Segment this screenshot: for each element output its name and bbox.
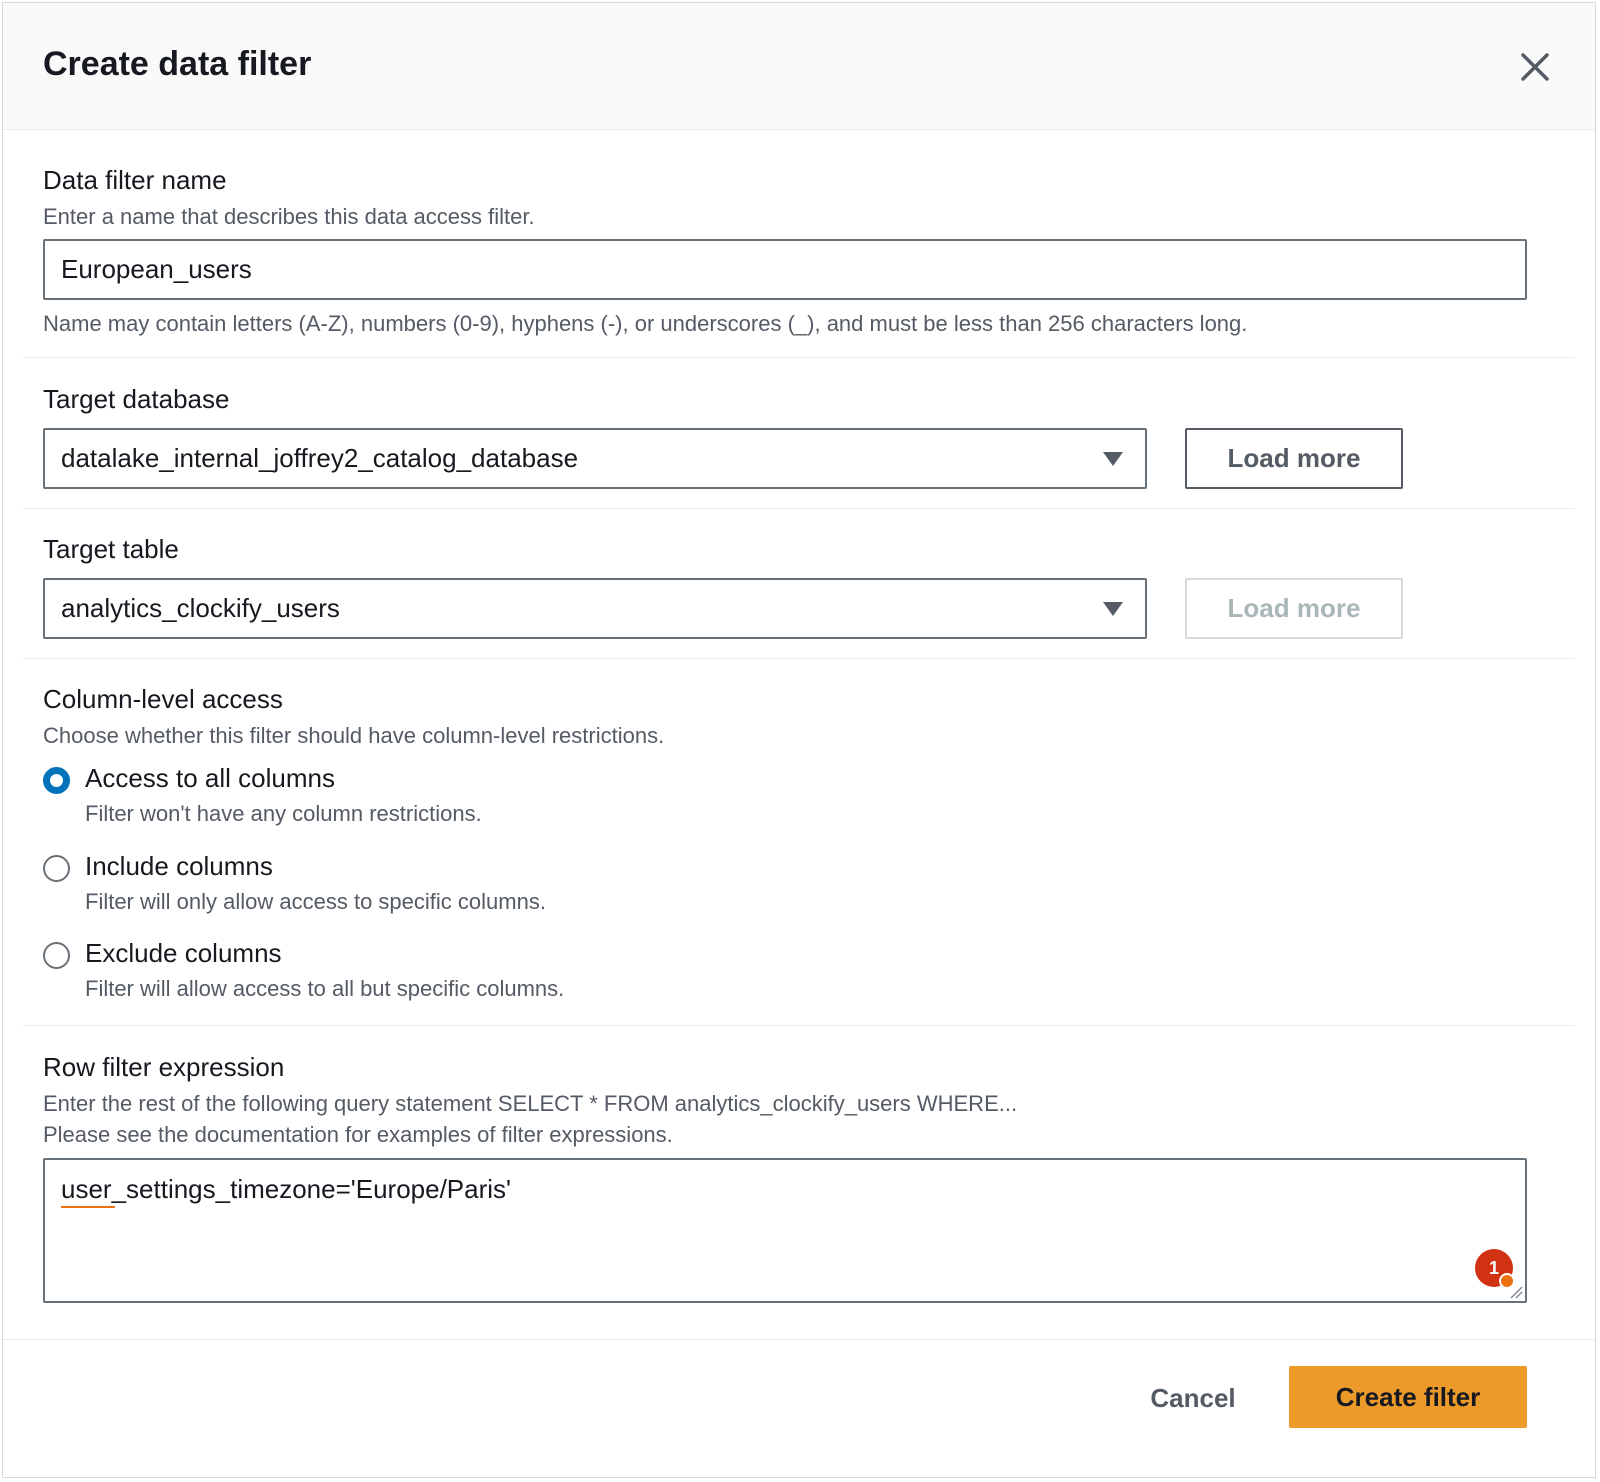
- column-access-description: Choose whether this filter should have c…: [43, 723, 665, 748]
- target-database-value: datalake_internal_joffrey2_catalog_datab…: [61, 443, 579, 473]
- modal-footer: Cancel Create filter: [3, 1339, 1595, 1477]
- caret-down-icon: [1103, 452, 1123, 466]
- divider: [23, 1025, 1575, 1026]
- table-load-more-button[interactable]: Load more: [1185, 578, 1403, 639]
- target-table-select[interactable]: analytics_clockify_users: [43, 578, 1147, 639]
- create-data-filter-modal: Create data filter Data filter name Ente…: [2, 2, 1596, 1478]
- radio-label: Access to all columns: [85, 763, 335, 793]
- modal-header: Create data filter: [3, 3, 1595, 130]
- divider: [23, 658, 1575, 659]
- radio-label: Exclude columns: [85, 938, 282, 968]
- row-filter-label: Row filter expression: [43, 1052, 285, 1082]
- target-database-label: Target database: [43, 384, 230, 414]
- row-filter-description: Enter the rest of the following query st…: [43, 1091, 1018, 1116]
- close-icon[interactable]: [1517, 49, 1553, 85]
- row-filter-textarea[interactable]: user_settings_timezone='Europe/Paris' 1: [43, 1158, 1527, 1303]
- target-database-select[interactable]: datalake_internal_joffrey2_catalog_datab…: [43, 428, 1147, 489]
- row-filter-doc-hint: Please see the documentation for example…: [43, 1122, 673, 1147]
- filter-name-input[interactable]: European_users: [43, 239, 1527, 300]
- radio-description: Filter will only allow access to specifi…: [85, 889, 546, 914]
- row-filter-value: user_settings_timezone='Europe/Paris': [61, 1174, 512, 1204]
- radio-all-columns[interactable]: [43, 767, 70, 794]
- divider: [23, 357, 1575, 358]
- create-filter-button[interactable]: Create filter: [1289, 1366, 1527, 1428]
- modal-title: Create data filter: [43, 45, 312, 83]
- radio-description: Filter will allow access to all but spec…: [85, 976, 565, 1001]
- radio-label: Include columns: [85, 851, 273, 881]
- target-table-label: Target table: [43, 534, 179, 564]
- radio-include-columns[interactable]: [43, 855, 70, 882]
- filter-name-value: European_users: [61, 254, 252, 284]
- filter-name-description: Enter a name that describes this data ac…: [43, 204, 535, 229]
- caret-down-icon: [1103, 602, 1123, 616]
- resize-handle-icon[interactable]: [1509, 1285, 1523, 1299]
- radio-description: Filter won't have any column restriction…: [85, 801, 482, 826]
- column-access-label: Column-level access: [43, 684, 283, 714]
- target-table-value: analytics_clockify_users: [61, 593, 340, 623]
- filter-name-label: Data filter name: [43, 165, 227, 195]
- cancel-button[interactable]: Cancel: [1123, 1368, 1263, 1428]
- badge-count: 1: [1488, 1257, 1499, 1278]
- filter-name-constraint: Name may contain letters (A-Z), numbers …: [43, 311, 1248, 336]
- radio-exclude-columns[interactable]: [43, 942, 70, 969]
- database-load-more-button[interactable]: Load more: [1185, 428, 1403, 489]
- spellcheck-underline: [61, 1206, 115, 1208]
- divider: [23, 508, 1575, 509]
